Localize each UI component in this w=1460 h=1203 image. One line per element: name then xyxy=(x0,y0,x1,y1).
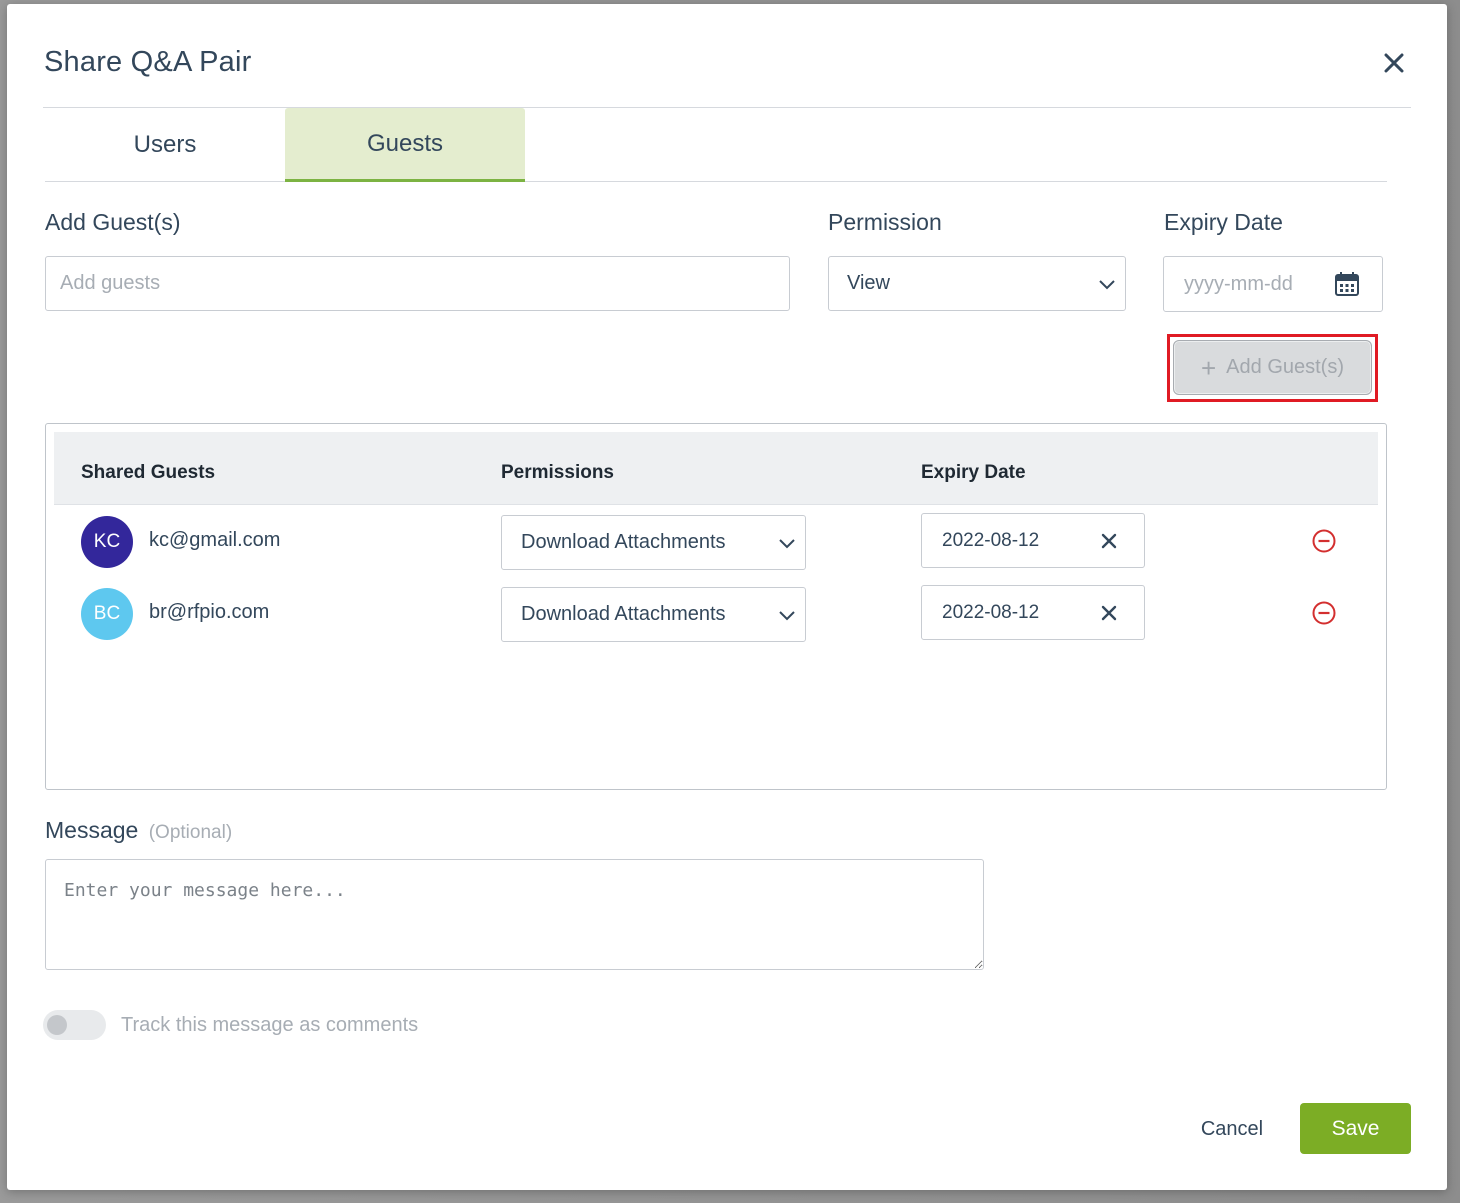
table-row: BC br@rfpio.com Download Attachments 202… xyxy=(46,585,1386,645)
expiry-date-input[interactable]: yyyy-mm-dd xyxy=(1163,256,1383,312)
add-guests-button-label: Add Guest(s) xyxy=(1226,356,1344,378)
cancel-button[interactable]: Cancel xyxy=(1187,1104,1277,1154)
avatar: KC xyxy=(81,516,133,568)
add-guests-label: Add Guest(s) xyxy=(45,209,181,235)
row-permission-select[interactable]: Download Attachments xyxy=(501,515,806,570)
row-expiry-value: 2022-08-12 xyxy=(942,601,1040,623)
chevron-down-icon xyxy=(779,538,795,548)
plus-icon: + xyxy=(1200,352,1217,383)
expiry-date-placeholder: yyyy-mm-dd xyxy=(1184,272,1293,295)
message-textarea[interactable] xyxy=(45,859,984,970)
chevron-down-icon xyxy=(1099,279,1115,289)
add-guests-input[interactable] xyxy=(45,256,790,311)
message-label-text: Message xyxy=(45,817,139,843)
add-guests-button[interactable]: + Add Guest(s) xyxy=(1173,340,1372,395)
message-optional-text: (Optional) xyxy=(148,822,233,843)
shared-guests-table: Shared Guests Permissions Expiry Date KC… xyxy=(45,423,1387,790)
remove-guest-icon[interactable] xyxy=(1311,528,1337,554)
row-permission-value: Download Attachments xyxy=(521,531,726,553)
row-permission-select[interactable]: Download Attachments xyxy=(501,587,806,642)
header-shared-guests: Shared Guests xyxy=(81,462,216,483)
permission-select[interactable]: View xyxy=(828,256,1126,311)
row-expiry-date[interactable]: 2022-08-12 xyxy=(921,513,1145,568)
table-row: KC kc@gmail.com Download Attachments 202… xyxy=(46,513,1386,573)
table-header: Shared Guests Permissions Expiry Date xyxy=(54,432,1378,505)
toggle-knob xyxy=(47,1015,67,1035)
guest-email: br@rfpio.com xyxy=(149,601,270,623)
share-modal: Share Q&A Pair Users Guests Add Guest(s)… xyxy=(7,4,1447,1190)
calendar-icon[interactable] xyxy=(1334,271,1360,297)
avatar: BC xyxy=(81,588,133,640)
row-expiry-value: 2022-08-12 xyxy=(942,529,1040,551)
modal-title: Share Q&A Pair xyxy=(44,46,252,78)
track-comments-toggle[interactable] xyxy=(43,1010,106,1040)
message-label: Message (Optional) xyxy=(45,817,232,844)
track-comments-label: Track this message as comments xyxy=(121,1014,419,1036)
row-permission-value: Download Attachments xyxy=(521,603,726,625)
clear-date-icon[interactable] xyxy=(1098,530,1120,552)
guest-email: kc@gmail.com xyxy=(149,529,281,551)
save-button[interactable]: Save xyxy=(1300,1103,1411,1154)
remove-guest-icon[interactable] xyxy=(1311,600,1337,626)
expiry-date-label: Expiry Date xyxy=(1164,209,1283,235)
permission-select-value: View xyxy=(847,272,890,294)
header-expiry-date: Expiry Date xyxy=(921,462,1026,483)
permission-label: Permission xyxy=(828,209,942,235)
tab-users[interactable]: Users xyxy=(45,108,285,182)
chevron-down-icon xyxy=(779,610,795,620)
row-expiry-date[interactable]: 2022-08-12 xyxy=(921,585,1145,640)
clear-date-icon[interactable] xyxy=(1098,602,1120,624)
tab-bar: Users Guests xyxy=(45,108,1387,182)
tab-guests[interactable]: Guests xyxy=(285,108,525,182)
header-permissions: Permissions xyxy=(501,462,614,483)
close-icon[interactable] xyxy=(1379,48,1409,78)
